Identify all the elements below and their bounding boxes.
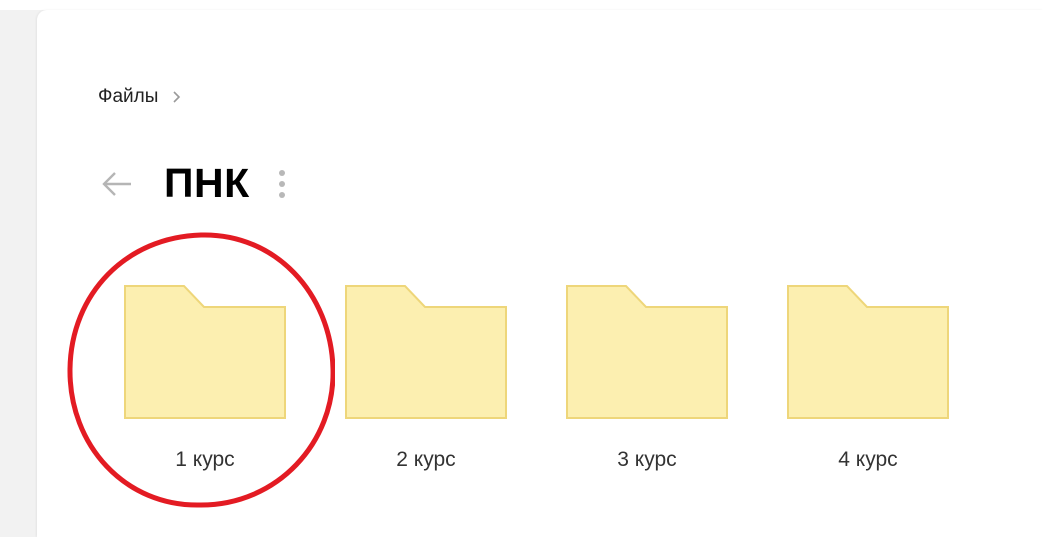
title-row: ПНК [100, 160, 290, 207]
folder-item[interactable]: 4 курс [787, 285, 949, 471]
dot [278, 180, 285, 187]
dot [278, 191, 285, 198]
folder-item[interactable]: 1 курс [124, 285, 286, 471]
folder-item[interactable]: 2 курс [345, 285, 507, 471]
folder-icon [345, 285, 507, 419]
breadcrumb-root-link[interactable]: Файлы [98, 86, 158, 108]
folder-label: 1 курс [175, 448, 235, 471]
folder-label: 3 курс [617, 448, 677, 471]
arrow-left-icon[interactable] [100, 167, 134, 201]
folder-icon [124, 285, 286, 419]
folder-item[interactable]: 3 курс [566, 285, 728, 471]
top-strip [0, 0, 1043, 10]
chevron-right-icon [170, 90, 184, 104]
vertical-dots-icon[interactable] [274, 164, 290, 204]
folder-label: 2 курс [396, 448, 456, 471]
folder-icon [787, 285, 949, 419]
folder-icon [566, 285, 728, 419]
breadcrumb: Файлы [98, 86, 184, 108]
dot [278, 169, 285, 176]
page-title: ПНК [164, 160, 250, 206]
folder-label: 4 курс [838, 448, 898, 471]
